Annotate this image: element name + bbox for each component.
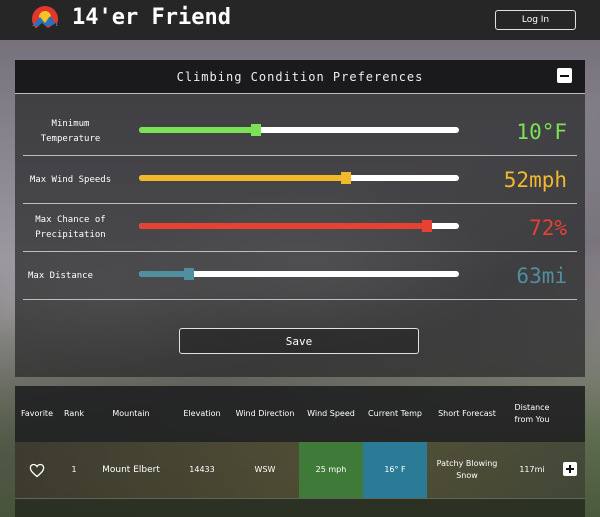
brand-name: 14'er Friend bbox=[72, 5, 231, 30]
slider-thumb[interactable] bbox=[341, 172, 351, 184]
pref-label: Minimum Temperature bbox=[40, 119, 101, 144]
max-wind-slider[interactable] bbox=[139, 172, 459, 184]
col-header[interactable]: Rank bbox=[59, 386, 89, 442]
preferences-panel: Climbing Condition Preferences Minimum T… bbox=[15, 60, 585, 377]
wind-speed-cell: 25 mph bbox=[299, 442, 363, 498]
pref-value: 10°F bbox=[516, 120, 567, 144]
pref-value: 63mi bbox=[516, 264, 567, 288]
col-header[interactable]: Mountain bbox=[89, 386, 173, 442]
preferences-title: Climbing Condition Preferences bbox=[176, 69, 424, 84]
table-row bbox=[15, 498, 585, 517]
collapse-button[interactable] bbox=[557, 68, 572, 83]
short-forecast-cell: Patchy Blowing Snow bbox=[436, 459, 498, 480]
col-header[interactable]: Wind Direction bbox=[231, 386, 299, 442]
col-header[interactable]: Distance from You bbox=[507, 386, 557, 442]
max-distance-slider[interactable] bbox=[139, 268, 459, 280]
pref-row-max-wind: Max Wind Speeds 52mph bbox=[23, 156, 577, 204]
save-button[interactable]: Save bbox=[179, 328, 419, 354]
mountain-cell[interactable]: Mount Elbert bbox=[89, 442, 173, 498]
pref-row-max-distance: Max Distance 63mi bbox=[23, 252, 577, 300]
navbar: 14'er Friend Log In bbox=[0, 0, 600, 40]
mountain-table: Favorite Rank Mountain Elevation Wind Di… bbox=[15, 386, 585, 517]
slider-fill bbox=[139, 175, 346, 181]
slider-thumb[interactable] bbox=[184, 268, 194, 280]
favorite-cell bbox=[15, 442, 59, 498]
pref-value: 72% bbox=[529, 216, 567, 240]
wind-direction-cell: WSW bbox=[254, 465, 276, 474]
col-header[interactable]: Elevation bbox=[173, 386, 231, 442]
max-precip-slider[interactable] bbox=[139, 220, 459, 232]
pref-row-max-precip: Max Chance of Precipitation 72% bbox=[23, 204, 577, 252]
min-temp-slider[interactable] bbox=[139, 124, 459, 136]
table-row: 1 Mount Elbert 14433 WSW 25 mph 16° F Pa… bbox=[15, 442, 585, 498]
current-temp-cell: 16° F bbox=[363, 442, 427, 498]
rank-cell: 1 bbox=[71, 465, 77, 474]
pref-value: 52mph bbox=[503, 168, 567, 192]
table-header: Favorite Rank Mountain Elevation Wind Di… bbox=[15, 386, 585, 442]
pref-label: Max Distance bbox=[28, 270, 94, 281]
pref-label: Max Wind Speeds bbox=[29, 174, 112, 185]
preferences-header: Climbing Condition Preferences bbox=[15, 60, 585, 94]
col-header[interactable]: Favorite bbox=[15, 386, 59, 442]
slider-thumb[interactable] bbox=[251, 124, 261, 136]
expand-row-button[interactable] bbox=[563, 462, 577, 476]
slider-thumb[interactable] bbox=[422, 220, 432, 232]
pref-row-min-temp: Minimum Temperature 10°F bbox=[23, 108, 577, 156]
col-header[interactable]: Short Forecast bbox=[427, 386, 507, 442]
slider-fill bbox=[139, 223, 427, 229]
logo-icon bbox=[32, 6, 58, 32]
elevation-cell: 14433 bbox=[189, 465, 215, 474]
col-header[interactable]: Wind Speed bbox=[299, 386, 363, 442]
slider-fill bbox=[139, 271, 189, 277]
pref-label: Max Chance of Precipitation bbox=[35, 215, 106, 240]
heart-icon[interactable] bbox=[29, 463, 45, 478]
login-button[interactable]: Log In bbox=[495, 10, 576, 30]
slider-fill bbox=[139, 127, 256, 133]
col-header[interactable]: Current Temp bbox=[363, 386, 427, 442]
distance-cell: 117mi bbox=[519, 465, 545, 474]
